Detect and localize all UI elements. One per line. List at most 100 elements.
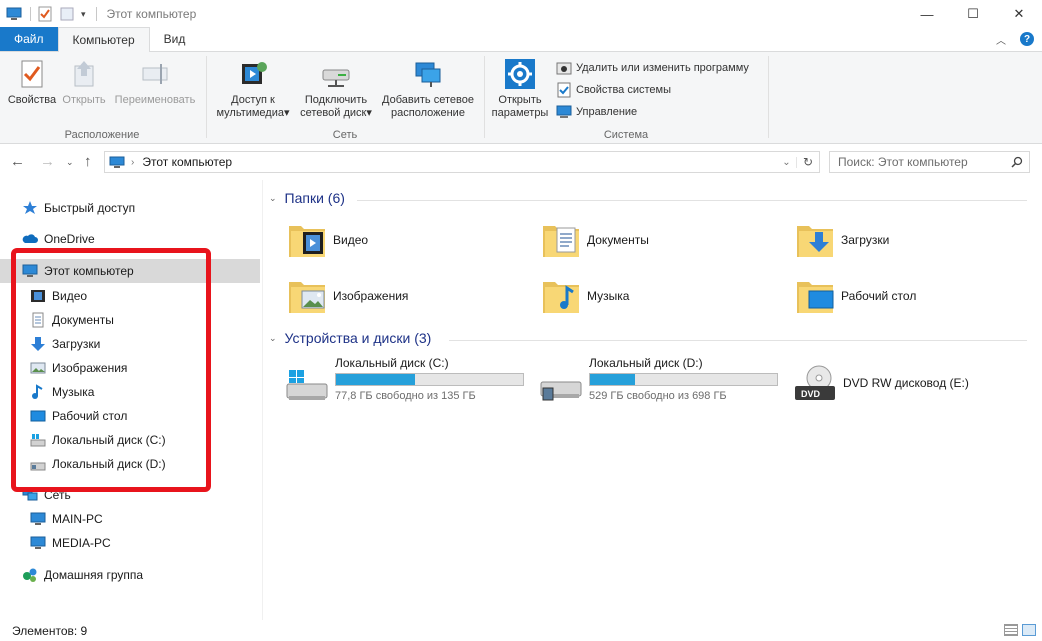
desktop-icon (30, 410, 46, 422)
close-button[interactable]: ✕ (996, 0, 1042, 28)
network-location-icon (415, 62, 441, 87)
group-label-network: Сеть (332, 129, 358, 141)
drive-c[interactable]: Локальный диск (C:) 77,8 ГБ свободно из … (285, 356, 535, 412)
computer-icon (30, 512, 46, 525)
folder-desktop[interactable]: Рабочий стол (793, 272, 1033, 320)
group-system: Открыть параметры Удалить или изменить п… (486, 52, 766, 144)
system-properties-button[interactable]: Свойства системы (556, 81, 671, 99)
folder-video[interactable]: Видео (285, 216, 525, 264)
add-network-location-button[interactable]: Добавить сетевое расположение (376, 58, 480, 120)
new-folder-icon[interactable] (59, 6, 75, 22)
properties-icon (21, 60, 43, 88)
folder-downloads[interactable]: Загрузки (793, 216, 1033, 264)
nav-music[interactable]: Музыка (0, 380, 260, 404)
drive-d-usage-bar (589, 373, 778, 386)
breadcrumb-this-pc[interactable]: Этот компьютер (142, 155, 232, 169)
folders-section-header[interactable]: ⌄ Папки (6) (269, 190, 345, 206)
nav-this-pc[interactable]: Этот компьютер (0, 259, 260, 283)
nav-quick-access[interactable]: Быстрый доступ (0, 196, 260, 220)
nav-main-pc[interactable]: MAIN-PC (0, 507, 260, 531)
collapse-chevron-icon[interactable]: ⌄ (269, 193, 277, 204)
tab-computer[interactable]: Компьютер (57, 27, 150, 52)
back-arrow-icon[interactable]: ← (10, 153, 25, 170)
address-dropdown-icon[interactable]: ⌄ (777, 156, 797, 168)
maximize-button[interactable]: ☐ (950, 0, 996, 28)
download-arrow-icon (31, 337, 45, 351)
ribbon-tabs: Файл Компьютер Вид ︿ ? (0, 27, 1042, 52)
star-icon (23, 201, 37, 214)
large-icons-view-icon[interactable] (1022, 624, 1036, 636)
media-access-button[interactable]: Доступ к мультимедиа▾ (210, 58, 296, 120)
properties-button[interactable]: Свойства (6, 58, 58, 107)
map-drive-dropdown-icon: ▾ (366, 107, 372, 119)
rename-button[interactable]: Переименовать (110, 58, 200, 107)
computer-icon (22, 264, 38, 277)
up-arrow-icon[interactable]: ↑ (84, 153, 92, 170)
folder-music[interactable]: Музыка (539, 272, 779, 320)
nav-downloads[interactable]: Загрузки (0, 332, 260, 356)
document-icon (32, 312, 44, 328)
windows-drive-icon (30, 434, 46, 447)
picture-icon (30, 362, 46, 374)
status-bar: Элементов: 9 (0, 620, 1042, 641)
folder-pictures[interactable]: Изображения (285, 272, 525, 320)
manage-button[interactable]: Управление (556, 103, 637, 121)
media-access-icon (242, 62, 267, 84)
video-folder-icon (289, 226, 325, 257)
network-icon (22, 487, 38, 501)
breadcrumb-separator-icon[interactable]: › (131, 157, 134, 168)
devices-section-header[interactable]: ⌄ Устройства и диски (3) (269, 330, 431, 346)
folder-documents[interactable]: Документы (539, 216, 779, 264)
nav-onedrive[interactable]: OneDrive (0, 227, 260, 251)
documents-folder-icon (543, 226, 579, 257)
properties-icon[interactable] (37, 6, 53, 22)
refresh-icon[interactable]: ↻ (797, 155, 819, 169)
group-label-location: Расположение (64, 129, 140, 141)
search-icon (1011, 156, 1023, 168)
nav-local-disk-d[interactable]: Локальный диск (D:) (0, 452, 260, 476)
nav-network[interactable]: Сеть (0, 483, 260, 507)
computer-icon (30, 536, 46, 549)
quick-access-toolbar: ▾ Этот компьютер (0, 0, 196, 28)
nav-documents[interactable]: Документы (0, 308, 260, 332)
nav-media-pc[interactable]: MEDIA-PC (0, 531, 260, 555)
group-location: Свойства Открыть Переименовать Расположе… (0, 52, 204, 144)
content-pane: ⌄ Папки (6) Видео Документы Загрузки Изо… (263, 180, 1042, 620)
forward-arrow-icon[interactable]: → (40, 153, 55, 170)
address-bar[interactable]: › Этот компьютер ⌄ ↻ (104, 151, 820, 173)
nav-homegroup[interactable]: Домашняя группа (0, 563, 260, 587)
navigation-pane: Быстрый доступ OneDrive Этот компьютер В… (0, 180, 260, 620)
qat-dropdown-icon[interactable]: ▾ (81, 9, 86, 20)
search-input[interactable]: Поиск: Этот компьютер (829, 151, 1030, 173)
open-button[interactable]: Открыть (58, 58, 110, 107)
nav-video[interactable]: Видео (0, 284, 260, 308)
open-settings-button[interactable]: Открыть параметры (488, 58, 552, 120)
help-icon[interactable]: ? (1020, 32, 1034, 46)
collapse-ribbon-icon[interactable]: ︿ (996, 32, 1006, 47)
nav-pictures[interactable]: Изображения (0, 356, 260, 380)
dvd-drive-icon: DVD (795, 365, 835, 400)
drive-c-usage-bar (335, 373, 524, 386)
system-properties-icon (557, 82, 571, 98)
music-folder-icon (543, 282, 579, 313)
nav-desktop[interactable]: Рабочий стол (0, 404, 260, 428)
music-note-icon (32, 384, 43, 399)
nav-local-disk-c[interactable]: Локальный диск (C:) (0, 428, 260, 452)
dvd-badge: DVD (801, 389, 821, 399)
drive-dvd-e[interactable]: DVD DVD RW дисковод (E:) (793, 356, 1042, 412)
manage-computer-icon (556, 105, 572, 118)
homegroup-icon (23, 568, 37, 582)
uninstall-program-button[interactable]: Удалить или изменить программу (556, 59, 749, 77)
collapse-chevron-icon[interactable]: ⌄ (269, 333, 277, 344)
hard-drive-icon (30, 462, 46, 471)
details-view-icon[interactable] (1004, 624, 1018, 636)
rename-icon (142, 64, 168, 84)
tab-file[interactable]: Файл (0, 27, 58, 51)
uninstall-icon (556, 62, 572, 75)
video-folder-icon (31, 290, 45, 302)
map-network-drive-button[interactable]: Подключить сетевой диск▾ (296, 58, 376, 120)
recent-locations-icon[interactable]: ⌄ (66, 157, 74, 168)
tab-view[interactable]: Вид (150, 27, 200, 51)
minimize-button[interactable]: — (904, 0, 950, 28)
drive-d[interactable]: Локальный диск (D:) 529 ГБ свободно из 6… (539, 356, 789, 412)
